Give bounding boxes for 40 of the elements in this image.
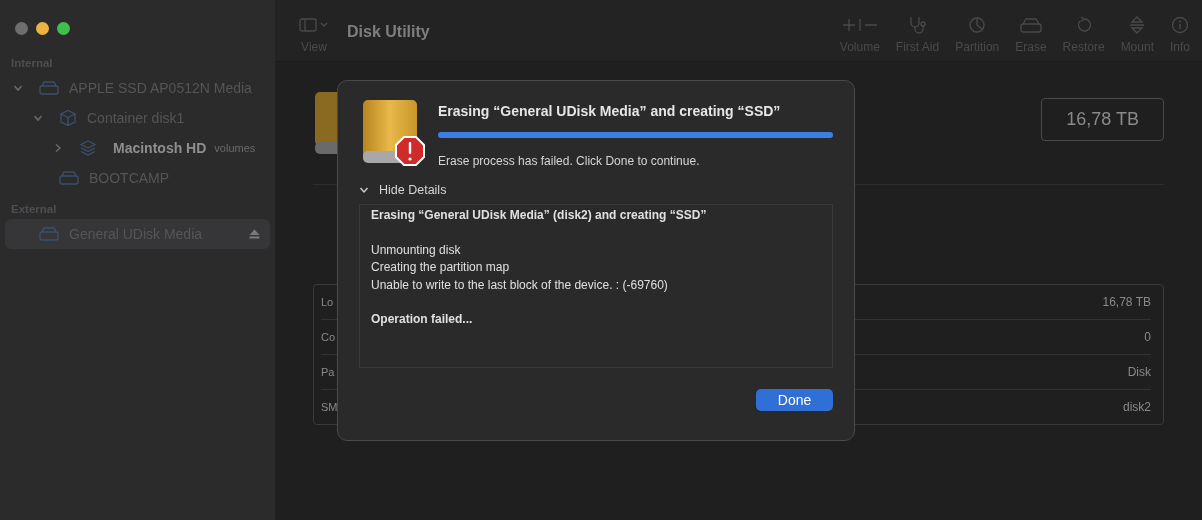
add-remove-icon[interactable] (841, 17, 878, 33)
details-toggle[interactable]: Hide Details (359, 183, 447, 197)
mount-icon[interactable] (1129, 16, 1146, 34)
table-cell: Lo (321, 296, 334, 308)
window-control-button[interactable] (36, 22, 49, 35)
window-control-button[interactable] (57, 22, 70, 35)
pie-icon[interactable] (968, 16, 987, 34)
table-cell: 0 (1144, 330, 1151, 344)
drive-icon (315, 92, 337, 154)
drive-icon (59, 171, 79, 185)
table-cell: disk2 (1123, 400, 1151, 414)
table-cell: Pa (321, 366, 335, 378)
layers-icon (79, 139, 97, 157)
window-title: Disk Utility (347, 23, 430, 41)
cube-icon (59, 109, 77, 127)
info-icon[interactable] (1171, 16, 1189, 34)
restore-icon[interactable] (1075, 16, 1092, 34)
chevron-icon[interactable] (359, 185, 369, 195)
done-button[interactable]: Done (756, 389, 833, 411)
drive-icon (39, 81, 59, 95)
stethoscope-icon[interactable] (907, 16, 928, 34)
sidebar-item[interactable]: Macintosh HD volumes (5, 133, 270, 163)
log-line: Erasing “General UDisk Media” (disk2) and creating “SSD” (371, 207, 708, 224)
table-cell: Co (321, 331, 336, 343)
table-cell: SM (321, 401, 338, 413)
volume-count-label: volumes (214, 142, 256, 154)
log-line: Unmounting disk (371, 241, 462, 259)
capacity-box: 16,78 TB (1041, 98, 1164, 141)
log-line: Unable to write to the last block of the device. : (-69760) (371, 276, 669, 294)
dialog-title: Erasing “General UDisk Media” and creating “SSD” (438, 103, 782, 119)
drive-icon (39, 227, 59, 241)
status-message: Erase process has failed. Click Done to continue. (438, 154, 701, 168)
drive-icon[interactable] (1019, 17, 1042, 33)
sidebar-item-label: Macintosh HD (113, 140, 207, 156)
table-cell: 16,78 TB (1102, 295, 1151, 309)
log-line: Operation failed... (371, 311, 474, 328)
sidebar-toggle-icon[interactable] (299, 18, 329, 32)
log-line: Creating the partition map (371, 259, 511, 276)
table-cell: Disk (1127, 365, 1151, 379)
eject-icon[interactable] (249, 229, 260, 239)
